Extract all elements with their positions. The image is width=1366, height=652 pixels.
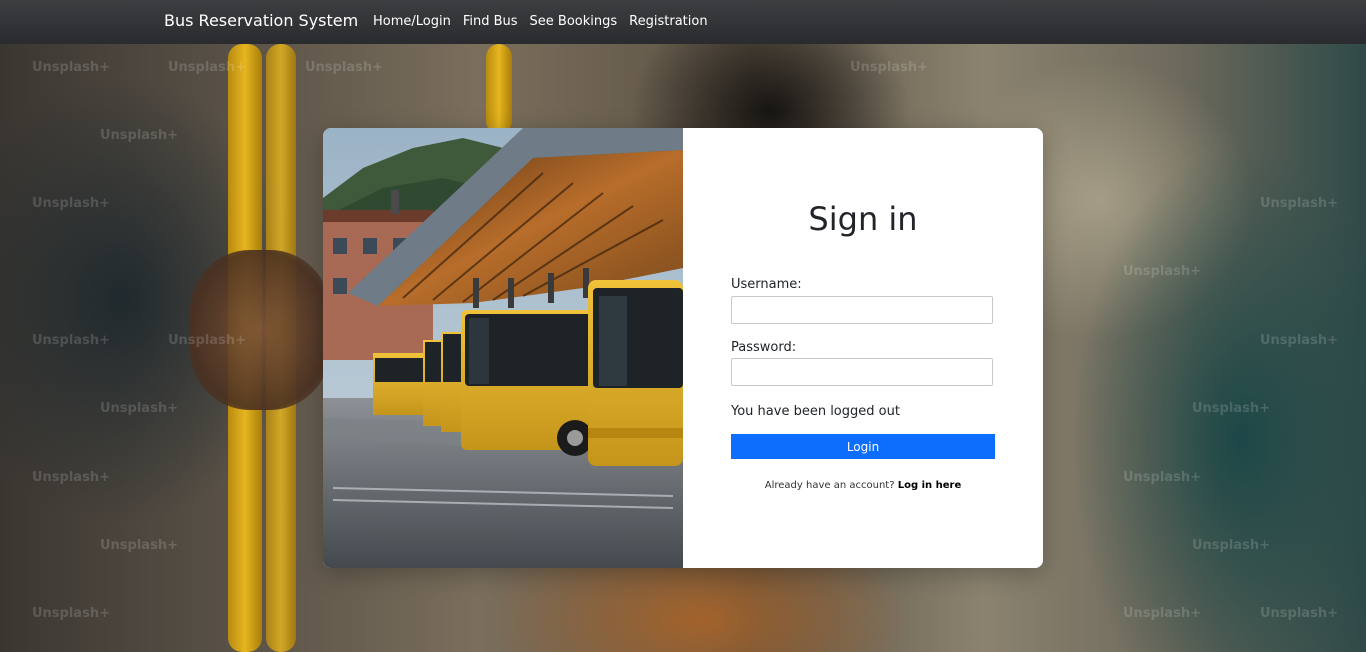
watermark: Unsplash+ [1260,606,1338,621]
username-input[interactable] [731,296,993,324]
watermark: Unsplash+ [1192,538,1270,553]
yellow-handrail [486,44,512,134]
nav-links: Home/Login Find Bus See Bookings Registr… [373,14,708,29]
logout-status-message: You have been logged out [731,404,900,419]
page-title: Sign in [808,200,918,238]
brand-link[interactable]: Bus Reservation System [164,11,358,30]
password-label: Password: [731,340,797,355]
login-form: Sign in Username: Password: You have bee… [683,128,1043,568]
watermark: Unsplash+ [32,60,110,75]
watermark: Unsplash+ [1260,196,1338,211]
watermark: Unsplash+ [850,60,928,75]
watermark: Unsplash+ [32,196,110,211]
watermark: Unsplash+ [32,470,110,485]
watermark: Unsplash+ [168,333,246,348]
watermark: Unsplash+ [1192,401,1270,416]
watermark: Unsplash+ [100,128,178,143]
login-card: Sign in Username: Password: You have bee… [323,128,1043,568]
login-here-link[interactable]: Log in here [898,480,962,491]
watermark: Unsplash+ [168,60,246,75]
password-input[interactable] [731,358,993,386]
nav-registration[interactable]: Registration [629,14,707,29]
watermark: Unsplash+ [100,401,178,416]
login-button[interactable]: Login [731,434,995,459]
footer-line: Already have an account? Log in here [683,480,1043,491]
top-navbar: Bus Reservation System Home/Login Find B… [0,0,1366,44]
bus-station-photo [323,128,683,568]
watermark: Unsplash+ [32,606,110,621]
nav-see-bookings[interactable]: See Bookings [530,14,618,29]
nav-home-login[interactable]: Home/Login [373,14,451,29]
watermark: Unsplash+ [1123,264,1201,279]
watermark: Unsplash+ [1123,606,1201,621]
passenger-hand [190,250,330,410]
watermark: Unsplash+ [305,60,383,75]
nav-find-bus[interactable]: Find Bus [463,14,518,29]
footer-text: Already have an account? [764,480,895,491]
watermark: Unsplash+ [1260,333,1338,348]
watermark: Unsplash+ [1123,470,1201,485]
watermark: Unsplash+ [100,538,178,553]
watermark: Unsplash+ [32,333,110,348]
username-label: Username: [731,277,802,292]
